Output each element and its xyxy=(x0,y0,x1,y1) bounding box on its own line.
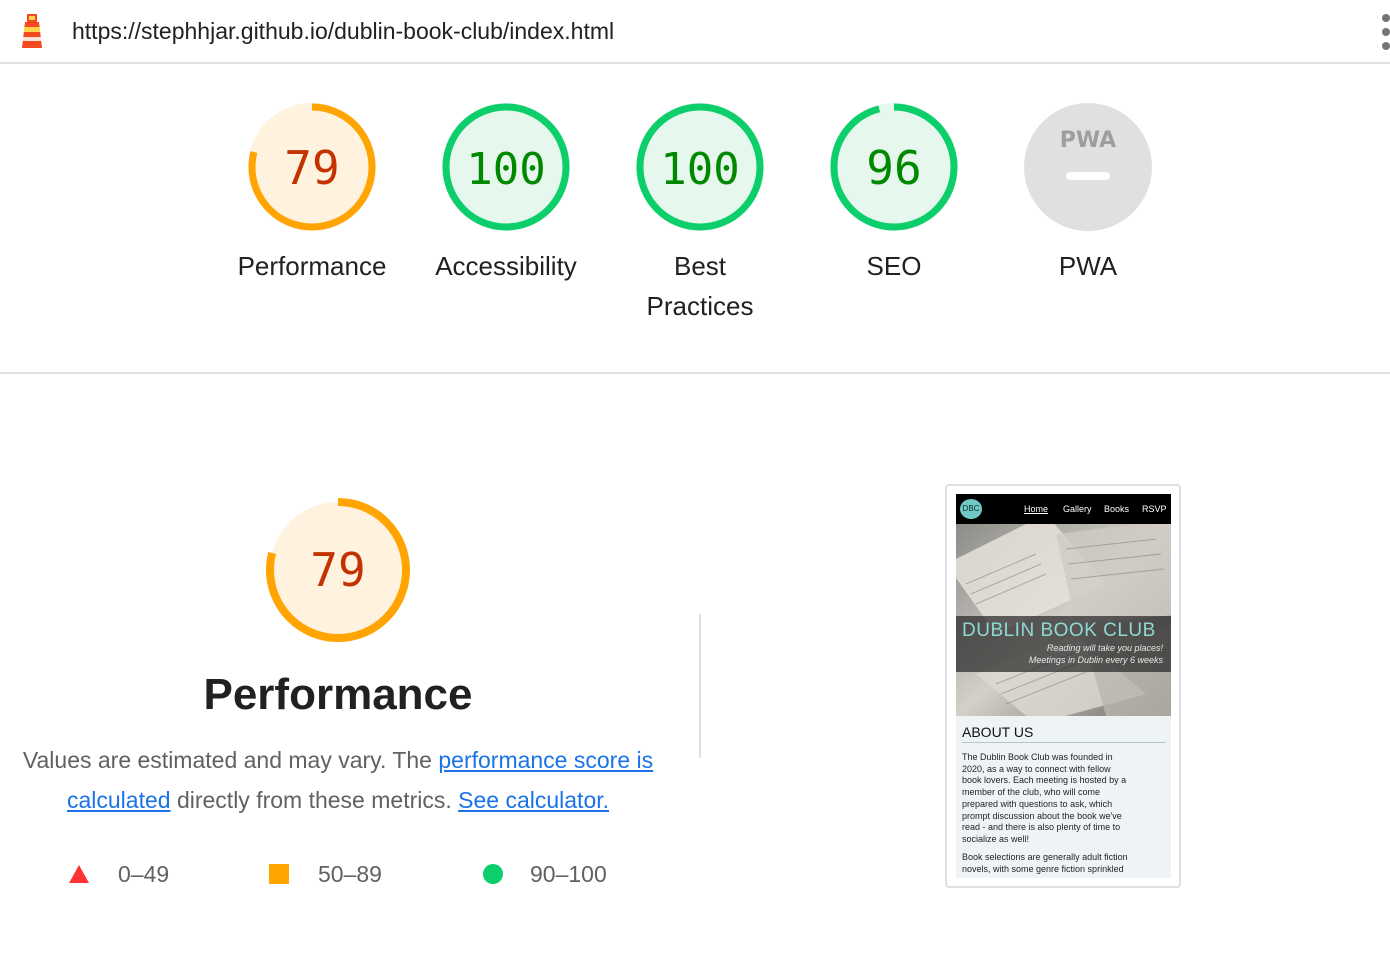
screenshot-about-paragraph-1: The Dublin Book Club was founded in 2020,… xyxy=(962,752,1166,846)
score-legend: 0–49 50–89 90–100 xyxy=(0,854,676,894)
performance-description: Values are estimated and may vary. The p… xyxy=(12,740,664,820)
screenshot-nav-gallery: Gallery xyxy=(1063,504,1092,514)
accessibility-label: Accessibility xyxy=(411,246,601,286)
about-paragraph-1-line: prompt discussion about the book we've xyxy=(962,810,1122,821)
gauge-best-practices[interactable]: 100 Best Practices xyxy=(605,102,795,326)
label-line: Practices xyxy=(646,291,754,321)
gauge-fill xyxy=(1024,103,1152,231)
legend-pass: 90–100 xyxy=(482,854,607,894)
screenshot-about-paragraph-2: Book selections are generally adult fict… xyxy=(962,852,1166,875)
legend-fail: 0–49 xyxy=(68,854,169,894)
pwa-label: PWA xyxy=(993,246,1183,286)
label-line: PWA xyxy=(1058,251,1118,281)
screenshot-about-heading: ABOUT US xyxy=(962,724,1034,740)
pwa-badge-icon: PWA xyxy=(1060,128,1116,153)
about-paragraph-1-line: 2020, as a way to connect with fellow xyxy=(962,763,1111,774)
about-paragraph-2-line: Book selections are generally adult fict… xyxy=(962,852,1128,862)
performance-gauge-ring: 79 xyxy=(248,103,376,231)
final-screenshot[interactable]: DBC Home Gallery Books RSVP DUBLIN BOOK … xyxy=(945,484,1181,888)
about-paragraph-1-line: read - and there is also plenty of time … xyxy=(962,822,1121,833)
report-url[interactable]: https://stephhjar.github.io/dublin-book-… xyxy=(72,18,614,45)
screenshot-hero: DUBLIN BOOK CLUB Reading will take you p… xyxy=(956,524,1171,716)
label-line: Accessibility xyxy=(435,251,577,281)
performance-score: 79 xyxy=(284,141,339,195)
best-practices-score: 100 xyxy=(660,144,739,195)
seo-score: 96 xyxy=(866,141,921,195)
performance-gauge-large[interactable]: 79 xyxy=(264,496,412,644)
performance-heading: Performance xyxy=(203,670,473,719)
label-line: Performance xyxy=(237,251,387,281)
lighthouse-icon xyxy=(22,14,42,48)
legend-average: 50–89 xyxy=(268,854,382,894)
screenshot-nav-books: Books xyxy=(1104,504,1130,514)
gauge-seo[interactable]: 96 SEO xyxy=(799,102,989,286)
orange-square-icon xyxy=(269,864,289,884)
about-paragraph-1-line: The Dublin Book Club was founded in xyxy=(962,752,1113,762)
gauge-pwa[interactable]: PWA PWA xyxy=(993,102,1183,286)
performance-label: Performance xyxy=(217,246,407,286)
legend-average-range: 50–89 xyxy=(318,861,382,887)
best-practices-gauge-ring: 100 xyxy=(636,103,764,231)
red-triangle-icon xyxy=(69,865,89,883)
screenshot-site-title: DUBLIN BOOK CLUB xyxy=(962,620,1156,641)
about-underline xyxy=(962,742,1166,743)
about-paragraph-1-line: socialize as well! xyxy=(962,833,1030,844)
seo-gauge-ring: 96 xyxy=(830,103,958,231)
more-menu-icon[interactable] xyxy=(1378,14,1390,50)
accessibility-score: 100 xyxy=(466,144,545,195)
desc-text-2: directly from these metrics. xyxy=(170,787,459,813)
legend-fail-range: 0–49 xyxy=(118,861,170,887)
screenshot-tagline-2: Meetings in Dublin every 6 weeks xyxy=(1028,655,1163,665)
url-bar: https://stephhjar.github.io/dublin-book-… xyxy=(0,0,1390,64)
not-applicable-dash-icon xyxy=(1066,172,1110,180)
gauge-accessibility[interactable]: 100 Accessibility xyxy=(411,102,601,286)
screenshot-page: DBC Home Gallery Books RSVP DUBLIN BOOK … xyxy=(956,494,1171,878)
vertical-divider xyxy=(699,614,701,758)
about-paragraph-1-line: member of the club, who will come xyxy=(962,787,1101,798)
legend-pass-range: 90–100 xyxy=(530,861,607,887)
seo-label: SEO xyxy=(799,246,989,286)
screenshot-navbar: DBC Home Gallery Books RSVP xyxy=(956,494,1171,524)
screenshot-nav-rsvp: RSVP xyxy=(1142,504,1167,514)
screenshot-nav-home: Home xyxy=(1024,504,1049,514)
best-practices-label: Best Practices xyxy=(605,246,795,326)
gauge-performance[interactable]: 79 Performance xyxy=(217,102,407,286)
screenshot-logo: DBC xyxy=(960,499,982,519)
green-circle-icon xyxy=(483,864,503,884)
about-paragraph-2-line: novels, with some genre fiction sprinkle… xyxy=(962,863,1124,874)
desc-text-1: Values are estimated and may vary. The xyxy=(22,747,439,773)
label-line: SEO xyxy=(866,251,922,281)
screenshot-tagline-1: Reading will take you places! xyxy=(1046,643,1163,653)
performance-section: 79 Performance Values are estimated and … xyxy=(0,374,1390,962)
performance-score-large: 79 xyxy=(310,543,365,597)
accessibility-gauge-ring: 100 xyxy=(442,103,570,231)
pwa-gauge-ring: PWA xyxy=(1024,103,1152,231)
about-paragraph-1-line: book lovers. Each meeting is hosted by a xyxy=(962,775,1127,786)
see-calculator-link[interactable]: See calculator. xyxy=(458,787,609,813)
label-line: Best xyxy=(673,251,727,281)
about-paragraph-1-line: prepared with questions to ask, which xyxy=(962,798,1113,809)
